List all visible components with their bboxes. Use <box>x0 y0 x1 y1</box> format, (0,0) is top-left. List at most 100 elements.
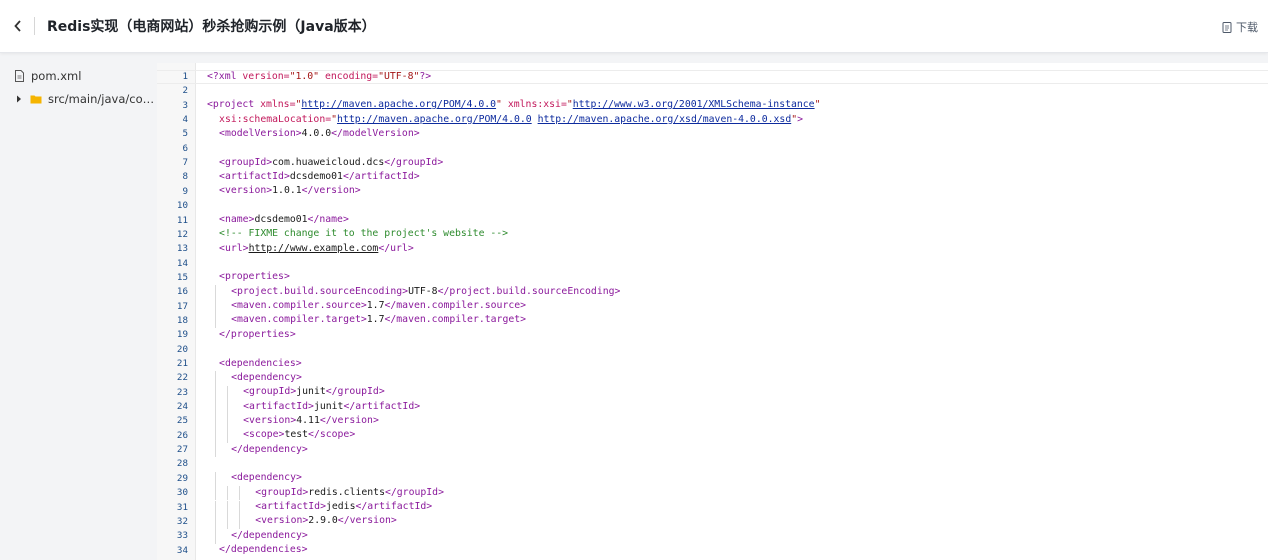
code-token: modelVersion <box>342 127 414 139</box>
indent-guide <box>227 385 229 401</box>
indent-guide <box>215 285 217 300</box>
code-token: > <box>413 127 420 139</box>
line-number: 9 <box>182 185 188 197</box>
code-line: xsi:schemaLocation="http://maven.apache.… <box>219 114 803 125</box>
chevron-left-icon <box>14 20 21 32</box>
code-token: > <box>426 501 433 512</box>
code-line: </properties> <box>219 329 296 340</box>
line-number: 8 <box>182 171 188 183</box>
code-viewer[interactable]: 1 <?xml version="1.0" encoding="UTF-8"?> 2… <box>157 63 1268 560</box>
code-token[interactable]: http://maven.apache.org/POM/4.0.0 <box>337 114 532 125</box>
line-number: 29 <box>176 472 188 484</box>
code-line: <url>http://www.example.com</url> <box>219 243 414 254</box>
code-token: url <box>224 242 243 254</box>
code-line: <groupId>com.huaweicloud.dcs</groupId> <box>219 157 443 168</box>
line-number: 25 <box>176 415 188 427</box>
code-token: </ <box>308 429 320 441</box>
code-token: > <box>797 113 804 125</box>
code-line: <name>dcsdemo01</name> <box>219 214 349 225</box>
code-line: <version>2.9.0</version> <box>255 515 397 526</box>
back-button[interactable] <box>8 15 28 37</box>
code-token: " <box>814 99 821 111</box>
code-line: <properties> <box>219 271 290 282</box>
code-line: <maven.compiler.source>1.7</maven.compil… <box>231 300 526 311</box>
file-tree-item-label: src/main/java/co… <box>48 92 155 106</box>
code-token: </ <box>378 242 391 254</box>
code-token: version <box>261 515 303 527</box>
line-number: 34 <box>176 544 188 556</box>
code-token: </ <box>384 300 397 312</box>
code-token: </ <box>319 414 332 426</box>
code-token: encoding= <box>324 70 379 82</box>
code-token: xsi:schemaLocation= <box>219 113 332 125</box>
code-token: > <box>301 544 308 556</box>
code-token: maven.compiler.source <box>396 300 521 312</box>
code-token: junit <box>313 400 344 412</box>
code-token: > <box>301 529 308 541</box>
code-token: <? <box>207 70 219 82</box>
code-token: </ <box>437 285 450 297</box>
code-token: </ <box>355 501 368 512</box>
code-line: <project.build.sourceEncoding>UTF-8</pro… <box>231 286 620 297</box>
code-token: project <box>212 99 261 111</box>
code-token: > <box>437 156 444 168</box>
code-token: 4.0.0 <box>301 127 332 139</box>
line-number: 27 <box>176 444 188 456</box>
code-line: <dependency> <box>231 372 302 383</box>
indent-guide <box>215 414 217 429</box>
code-token: 2.9.0 <box>308 515 338 527</box>
file-tree-item-pom[interactable]: pom.xml <box>14 69 81 83</box>
code-token: artifactId <box>224 170 284 182</box>
download-file-icon <box>1222 21 1232 33</box>
code-token: version <box>224 185 267 197</box>
code-token[interactable]: http://www.w3.org/2001/XMLSchema-instanc… <box>573 99 815 110</box>
code-token: > <box>520 300 527 312</box>
indent-guide <box>215 514 217 530</box>
code-token: artifactId <box>261 501 321 512</box>
line-number: 28 <box>176 458 188 470</box>
code-token: project.build.sourceEncoding <box>237 285 403 297</box>
code-token: scope <box>319 429 350 441</box>
code-token: UTF-8 <box>408 285 438 297</box>
file-tree-item-src-folder[interactable]: src/main/java/co… <box>16 92 154 106</box>
code-token: maven.compiler.target <box>396 314 521 326</box>
indent-guide <box>215 428 217 444</box>
code-token: > <box>283 271 290 283</box>
line-number: 20 <box>176 343 188 355</box>
indent-guide <box>239 514 241 530</box>
line-number: 2 <box>182 85 188 97</box>
indent-guide <box>215 400 217 415</box>
line-number: 16 <box>176 286 188 298</box>
code-token: properties <box>224 271 284 283</box>
line-number: 19 <box>176 329 188 341</box>
header-divider <box>34 17 35 35</box>
code-token: artifactId <box>354 170 414 182</box>
line-number: 15 <box>176 271 188 283</box>
file-tree-item-label: pom.xml <box>31 69 82 83</box>
code-token: redis.clients <box>308 486 385 498</box>
download-button[interactable]: 下载 <box>1222 19 1258 35</box>
indent-guide <box>239 500 241 515</box>
code-line: <dependency> <box>231 472 302 483</box>
code-token: > <box>354 185 361 197</box>
line-number: 18 <box>176 314 188 326</box>
folder-icon <box>30 95 42 104</box>
line-number: 1 <box>182 71 188 82</box>
code-token: properties <box>230 328 290 340</box>
code-token: junit <box>296 386 326 398</box>
code-token: </ <box>331 127 343 139</box>
file-tree: pom.xml src/main/java/co… <box>0 63 155 560</box>
indent-guide <box>215 313 217 329</box>
code-token: dcsdemo01 <box>254 214 308 225</box>
line-number: 30 <box>176 487 188 499</box>
code-token: > <box>372 414 379 426</box>
code-token: scope <box>249 429 279 441</box>
indent-guide <box>215 443 217 458</box>
code-token[interactable]: http://www.example.com <box>249 243 379 254</box>
code-token[interactable]: http://maven.apache.org/xsd/maven-4.0.0.… <box>538 114 792 125</box>
code-token: dependencies <box>230 544 302 556</box>
code-token: 1.7 <box>366 314 385 326</box>
indent-guide <box>215 529 217 544</box>
code-token[interactable]: http://maven.apache.org/POM/4.0.0 <box>301 99 496 110</box>
line-number: 31 <box>176 501 188 513</box>
